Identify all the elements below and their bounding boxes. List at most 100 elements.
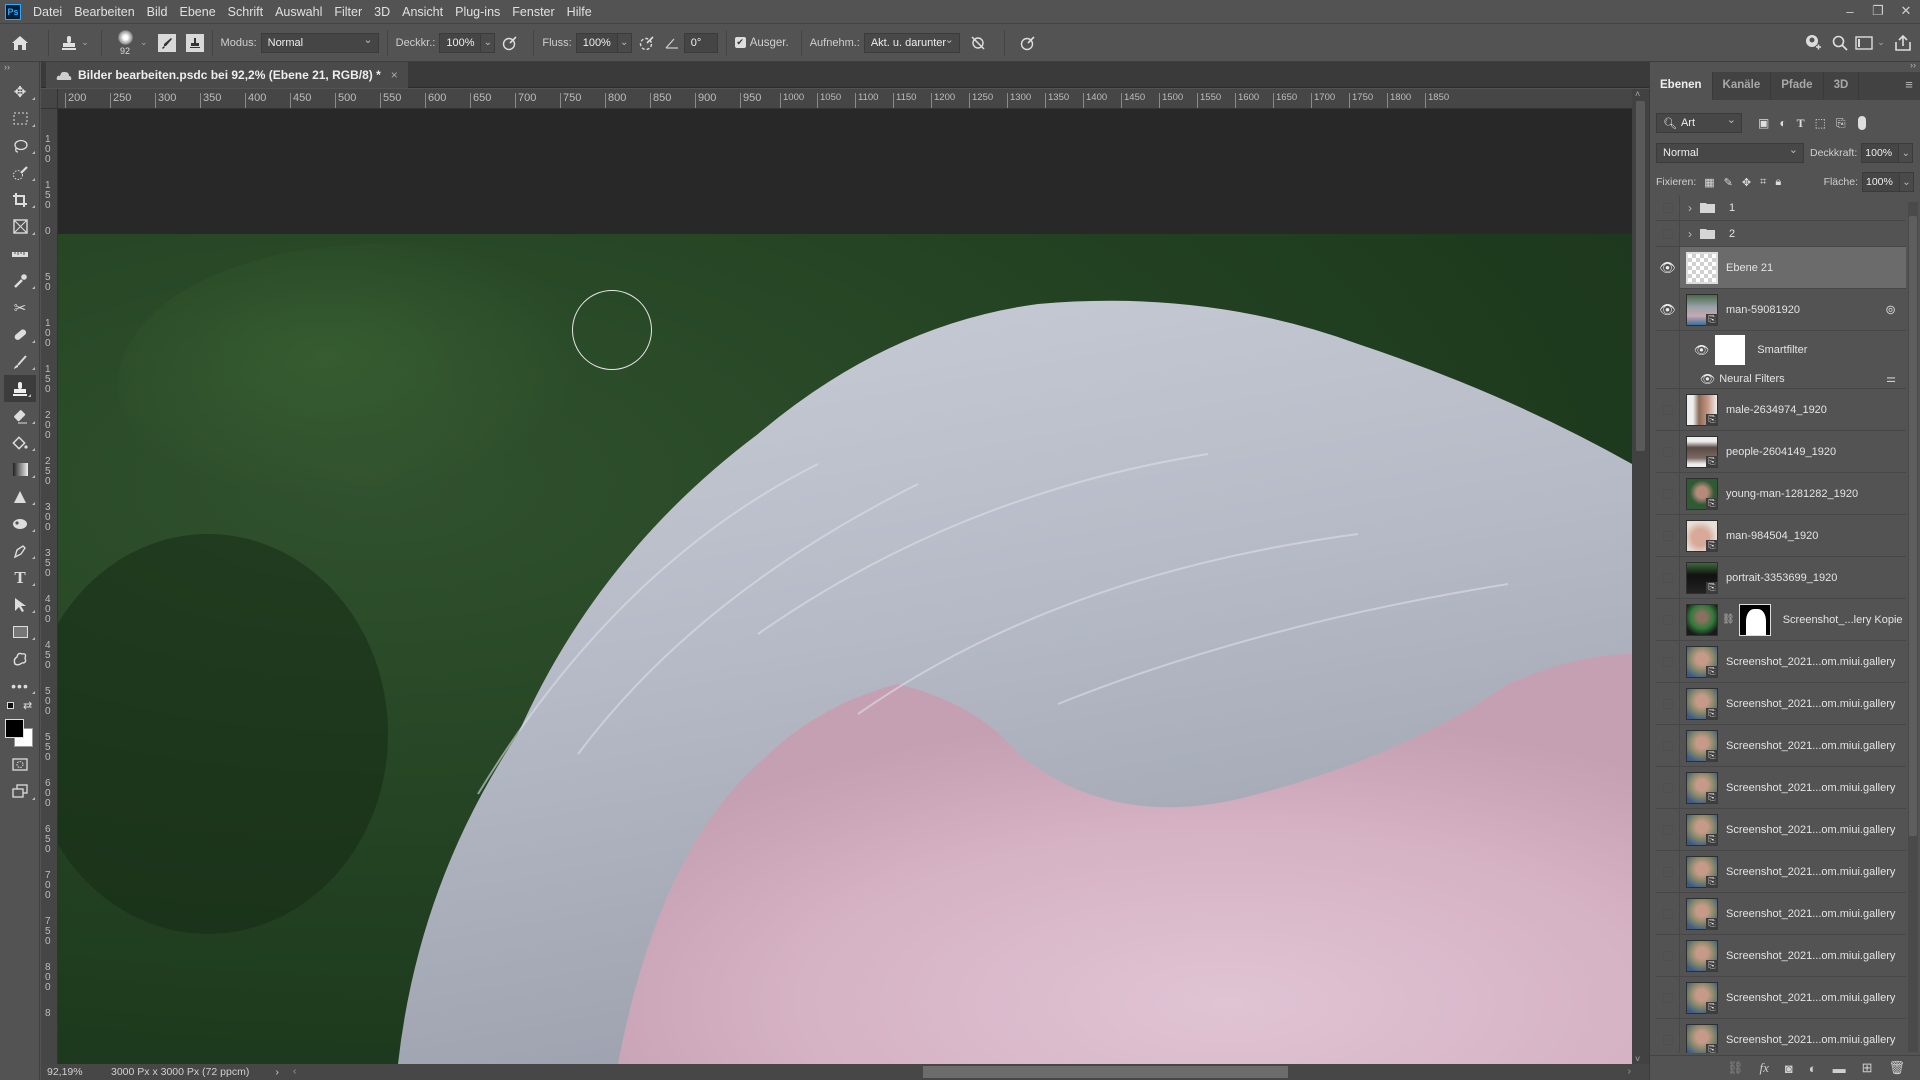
path-selection-tool[interactable] — [0, 591, 40, 618]
eraser-tool[interactable] — [0, 402, 40, 429]
filter-shape-icon[interactable]: ⬚ — [1815, 116, 1826, 131]
visibility-toggle[interactable] — [1656, 472, 1680, 515]
layer-row[interactable]: ⎘ Screenshot_2021...om.miui.gallery — [1656, 766, 1906, 809]
quick-selection-tool[interactable] — [0, 159, 40, 186]
menu-3d[interactable]: 3D — [368, 0, 396, 24]
smart-filter-indicator-icon[interactable]: ⊚ — [1885, 302, 1896, 318]
screen-mode-button[interactable] — [0, 778, 40, 805]
move-tool[interactable]: ✥ — [0, 78, 40, 105]
menu-bild[interactable]: Bild — [141, 0, 174, 24]
flow-dropdown[interactable]: ⌄ — [617, 32, 632, 53]
ignore-adjustment-layers-button[interactable] — [960, 35, 996, 51]
visibility-toggle[interactable] — [1656, 766, 1680, 809]
tab-kanaele[interactable]: Kanäle — [1713, 72, 1772, 100]
airbrush-button[interactable] — [632, 35, 662, 51]
expand-chevron-icon[interactable]: › — [1688, 201, 1692, 215]
visibility-toggle[interactable]: 👁︎ — [1656, 246, 1680, 289]
layer-opacity-dropdown[interactable]: ⌄ — [1899, 143, 1914, 163]
opacity-input[interactable]: 100% — [439, 32, 482, 53]
document-canvas[interactable] — [58, 109, 1632, 1064]
filter-kind-select[interactable]: 🔍︎ Art — [1656, 113, 1742, 133]
dodge-tool[interactable] — [0, 510, 40, 537]
brush-settings-toggle[interactable] — [157, 33, 176, 52]
visibility-toggle[interactable] — [1656, 514, 1680, 557]
visibility-toggle[interactable] — [1656, 640, 1680, 683]
blur-tool[interactable] — [0, 483, 40, 510]
foreground-color-swatch[interactable] — [5, 719, 24, 738]
layer-row[interactable]: ⎘ Screenshot_2021...om.miui.gallery — [1656, 1018, 1906, 1053]
clone-stamp-tool[interactable] — [4, 375, 36, 402]
visibility-toggle[interactable] — [1656, 892, 1680, 935]
crop-tool[interactable] — [0, 186, 40, 213]
new-layer-icon[interactable]: ⊞ — [1862, 1060, 1873, 1076]
adjustment-layer-icon[interactable]: ◐ — [1809, 1061, 1817, 1076]
pressure-opacity-button[interactable] — [495, 35, 525, 51]
lock-all-icon[interactable]: 🔒︎ — [1775, 176, 1781, 189]
menu-ansicht[interactable]: Ansicht — [396, 0, 449, 24]
lasso-tool[interactable] — [0, 132, 40, 159]
tool-preset-picker[interactable]: ⌄ — [57, 28, 93, 58]
mask-link-icon[interactable]: ⛓ — [1722, 614, 1735, 625]
menu-schrift[interactable]: Schrift — [222, 0, 269, 24]
layer-group[interactable]: › 1 — [1656, 195, 1906, 221]
filter-toggle[interactable] — [1857, 116, 1866, 130]
menu-fenster[interactable]: Fenster — [506, 0, 560, 24]
menu-bearbeiten[interactable]: Bearbeiten — [68, 0, 140, 24]
share-user-button[interactable] — [1798, 34, 1826, 52]
zoom-level[interactable]: 92,19% — [41, 1066, 85, 1078]
opacity-dropdown[interactable]: ⌄ — [481, 32, 496, 53]
filter-type-icon[interactable]: T — [1797, 116, 1805, 131]
eye-icon[interactable]: 👁︎ — [1700, 372, 1715, 386]
visibility-toggle[interactable] — [1656, 850, 1680, 893]
menu-ebene[interactable]: Ebene — [174, 0, 222, 24]
scroll-down-icon[interactable]: ˅ — [1635, 1054, 1640, 1064]
layer-row[interactable]: ⎘ male-2634974_1920 — [1656, 388, 1906, 431]
fill-dropdown[interactable]: ⌄ — [1900, 172, 1914, 192]
layer-row[interactable]: ⎘ Screenshot_2021...om.miui.gallery — [1656, 892, 1906, 935]
more-tools[interactable]: ••• — [0, 672, 40, 699]
sample-select[interactable]: Akt. u. darunter — [863, 32, 960, 53]
layer-row[interactable]: ⎘ Screenshot_2021...om.miui.gallery — [1656, 682, 1906, 725]
layer-row[interactable]: ⎘ Screenshot_2021...om.miui.gallery — [1656, 640, 1906, 683]
menu-plugins[interactable]: Plug-ins — [449, 0, 506, 24]
tab-pfade[interactable]: Pfade — [1771, 72, 1824, 100]
delete-layer-icon[interactable]: 🗑︎ — [1888, 1060, 1905, 1076]
menu-datei[interactable]: Datei — [27, 0, 68, 24]
add-mask-icon[interactable]: ◙ — [1785, 1061, 1793, 1076]
expand-chevron-icon[interactable]: › — [1688, 227, 1692, 241]
layers-scrollbar[interactable] — [1908, 202, 1918, 1052]
custom-shape-tool[interactable] — [0, 645, 40, 672]
visibility-toggle[interactable] — [1656, 556, 1680, 599]
fx-icon[interactable]: fx — [1759, 1060, 1768, 1076]
layer-row[interactable]: ⎘ Screenshot_2021...om.miui.gallery — [1656, 934, 1906, 977]
swap-colors-icon[interactable]: ⇄ — [23, 699, 32, 712]
layer-row[interactable]: ⎘ young-man-1281282_1920 — [1656, 472, 1906, 515]
layer-row[interactable]: ⎘ Screenshot_2021...om.miui.gallery — [1656, 976, 1906, 1019]
layer-row[interactable]: ⎘ people-2604149_1920 — [1656, 430, 1906, 473]
close-window-button[interactable]: ✕ — [1892, 0, 1920, 22]
visibility-toggle[interactable] — [1656, 195, 1680, 221]
gradient-tool[interactable] — [0, 456, 40, 483]
visibility-toggle[interactable] — [1656, 808, 1680, 851]
document-tab[interactable]: Bilder bearbeiten.psdc bei 92,2% (Ebene … — [46, 62, 408, 88]
canvas-horizontal-scrollbar[interactable]: ‹ › — [293, 1064, 1649, 1080]
visibility-toggle[interactable] — [1656, 976, 1680, 1019]
visibility-toggle[interactable] — [1656, 724, 1680, 767]
filter-smartobject-icon[interactable]: ⎘ — [1836, 116, 1846, 131]
layer-row[interactable]: ⎘ man-984504_1920 — [1656, 514, 1906, 557]
clone-source-toggle[interactable] — [185, 33, 204, 52]
filter-adjustment-icon[interactable]: ◐ — [1779, 116, 1786, 131]
panel-menu-icon[interactable]: ≡ — [1897, 72, 1920, 100]
layer-row[interactable]: ⎘ Screenshot_2021...om.miui.gallery — [1656, 850, 1906, 893]
new-group-icon[interactable]: ▬ — [1833, 1061, 1846, 1076]
close-document-icon[interactable]: × — [391, 68, 398, 82]
share-button[interactable] — [1886, 34, 1920, 52]
layer-row[interactable]: ⎘ Screenshot_2021...om.miui.gallery — [1656, 808, 1906, 851]
aligned-checkbox[interactable]: ✔ — [734, 37, 746, 48]
layers-scroll-thumb[interactable] — [1909, 216, 1917, 836]
horizontal-ruler[interactable]: 200 250 300 350 400 450 500 550 600 650 700 750 800 8… — [58, 89, 1640, 109]
flow-input[interactable]: 100% — [575, 32, 618, 53]
scroll-left-icon[interactable]: ‹ — [293, 1065, 297, 1077]
frame-tool[interactable] — [0, 213, 40, 240]
filter-blending-options-icon[interactable]: ⚌ — [1886, 372, 1896, 385]
